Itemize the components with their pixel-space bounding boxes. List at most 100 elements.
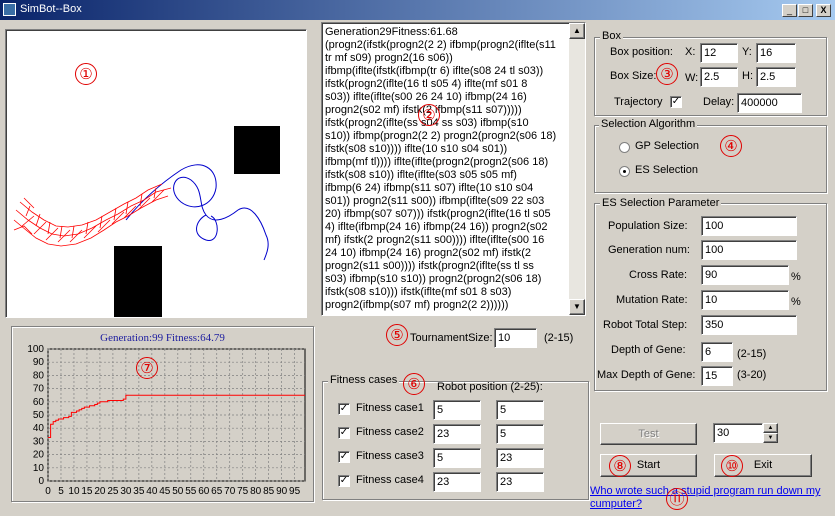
gp-selection-radio[interactable] [619, 142, 630, 153]
population-input[interactable] [701, 216, 797, 236]
y-tick-label: 50 [33, 410, 45, 421]
simulation-canvas: ① [5, 29, 307, 318]
x-tick-label: 30 [120, 486, 132, 497]
maximize-button[interactable]: □ [798, 4, 813, 17]
depth-range: (2-15) [737, 348, 767, 360]
cross-rate-label: Cross Rate: [629, 269, 688, 281]
max-depth-input[interactable] [701, 366, 733, 386]
y-tick-label: 0 [38, 476, 44, 487]
mutation-rate-input[interactable] [701, 290, 789, 310]
minimize-button[interactable]: _ [782, 4, 797, 17]
max-depth-label: Max Depth of Gene: [597, 369, 696, 381]
x-tick-label: 55 [185, 486, 197, 497]
x-tick-label: 40 [146, 486, 158, 497]
trajectory-blue [125, 164, 269, 261]
trajectory-label: Trajectory [614, 96, 663, 108]
fitness-case-checkbox[interactable]: ✓ [338, 475, 350, 487]
marker-10: ⑩ [721, 455, 743, 477]
fitness-case-label: Fitness case1 [356, 402, 424, 414]
marker-3: ③ [656, 63, 678, 85]
trajectory-checkbox[interactable]: ✓ [670, 96, 682, 108]
box-h-input[interactable] [756, 67, 796, 87]
y-tick-label: 80 [33, 370, 45, 381]
about-link-line1[interactable]: Who wrote such a stupid program run down… [590, 485, 834, 498]
spin-up-button[interactable]: ▲ [763, 423, 778, 433]
generation-label: Generation num: [608, 244, 690, 256]
close-button[interactable]: X [816, 4, 831, 17]
scroll-up-button[interactable]: ▲ [569, 23, 585, 39]
y-tick-label: 30 [33, 436, 45, 447]
box-position-label: Box position: [610, 46, 673, 58]
fitness-case-x-input[interactable] [433, 448, 481, 468]
gp-output-textarea[interactable]: Generation29Fitness:61.68 (progn2(ifstk(… [321, 22, 586, 316]
robot-step-input[interactable] [701, 315, 797, 335]
spin-down-button[interactable]: ▼ [763, 433, 778, 443]
es-selection-radio[interactable] [619, 166, 630, 177]
test-count-input[interactable] [713, 423, 763, 443]
es-selection-label[interactable]: ES Selection [635, 164, 698, 176]
box-h-label: H: [742, 70, 753, 82]
fitness-case-y-input[interactable] [496, 448, 544, 468]
x-tick-label: 35 [133, 486, 145, 497]
x-tick-label: 75 [237, 486, 249, 497]
depth-label: Depth of Gene: [611, 344, 686, 356]
es-parameter-group-label: ES Selection Parameter [600, 197, 722, 209]
box-size-label: Box Size: [610, 70, 657, 82]
fitness-chart-frame: 0 10 20 30 40 50 60 70 80 90 100 0 5 10 15 20 25 30 35 40 45… [11, 326, 314, 502]
x-tick-label: 50 [172, 486, 184, 497]
x-tick-label: 95 [289, 486, 301, 497]
fitness-case-y-input[interactable] [496, 424, 544, 444]
x-tick-label: 80 [250, 486, 262, 497]
x-tick-label: 65 [211, 486, 223, 497]
box-w-input[interactable] [700, 67, 738, 87]
chart-title: Generation:99 Fitness:64.79 [100, 332, 225, 344]
cross-rate-input[interactable] [701, 265, 789, 285]
y-tick-label: 60 [33, 397, 45, 408]
gp-selection-label[interactable]: GP Selection [635, 140, 699, 152]
tournament-input[interactable] [494, 328, 537, 348]
marker-1: ① [75, 63, 97, 85]
robot-position-label: Robot position (2-25): [437, 381, 543, 393]
fitness-case-x-input[interactable] [433, 472, 481, 492]
x-tick-label: 85 [263, 486, 275, 497]
about-link[interactable]: Who wrote such a stupid program run down… [590, 485, 834, 511]
fitness-case-x-input[interactable] [433, 400, 481, 420]
box-w-label: W: [685, 72, 699, 84]
marker-5: ⑤ [386, 324, 408, 346]
fitness-case-checkbox[interactable]: ✓ [338, 451, 350, 463]
box-y-input[interactable] [756, 43, 796, 63]
mutation-rate-unit: % [791, 296, 801, 308]
fitness-case-y-input[interactable] [496, 400, 544, 420]
box-x-input[interactable] [700, 43, 738, 63]
marker-11: ⑪ [666, 488, 688, 510]
tournament-range: (2-15) [544, 332, 574, 344]
obstacle-right [234, 126, 280, 174]
box-y-label: Y: [742, 46, 752, 58]
fitness-cases-group-label: Fitness cases [328, 374, 400, 386]
fitness-case-x-input[interactable] [433, 424, 481, 444]
vertical-scrollbar[interactable]: ▲ ▼ [569, 23, 585, 315]
x-tick-label: 20 [94, 486, 106, 497]
delay-input[interactable] [737, 93, 802, 113]
x-tick-label: 5 [58, 486, 64, 497]
y-tick-label: 70 [33, 384, 45, 395]
box-group-label: Box [600, 30, 623, 42]
generation-input[interactable] [701, 240, 797, 260]
trajectory-red [13, 183, 172, 247]
y-tick-label: 40 [33, 423, 45, 434]
depth-input[interactable] [701, 342, 733, 362]
test-button[interactable]: Test [600, 423, 697, 445]
scroll-down-button[interactable]: ▼ [569, 299, 585, 315]
fitness-case-checkbox[interactable]: ✓ [338, 403, 350, 415]
cross-rate-unit: % [791, 271, 801, 283]
fitness-case-y-input[interactable] [496, 472, 544, 492]
selection-group [594, 125, 827, 193]
about-link-line2[interactable]: cumputer? [590, 498, 834, 511]
simulation-svg [13, 126, 280, 317]
y-tick-label: 90 [33, 357, 45, 368]
fitness-case-checkbox[interactable]: ✓ [338, 427, 350, 439]
app-icon [3, 3, 16, 16]
x-tick-label: 0 [45, 486, 51, 497]
tournament-label: TournamentSize: [410, 332, 493, 344]
y-tick-label: 20 [33, 450, 45, 461]
